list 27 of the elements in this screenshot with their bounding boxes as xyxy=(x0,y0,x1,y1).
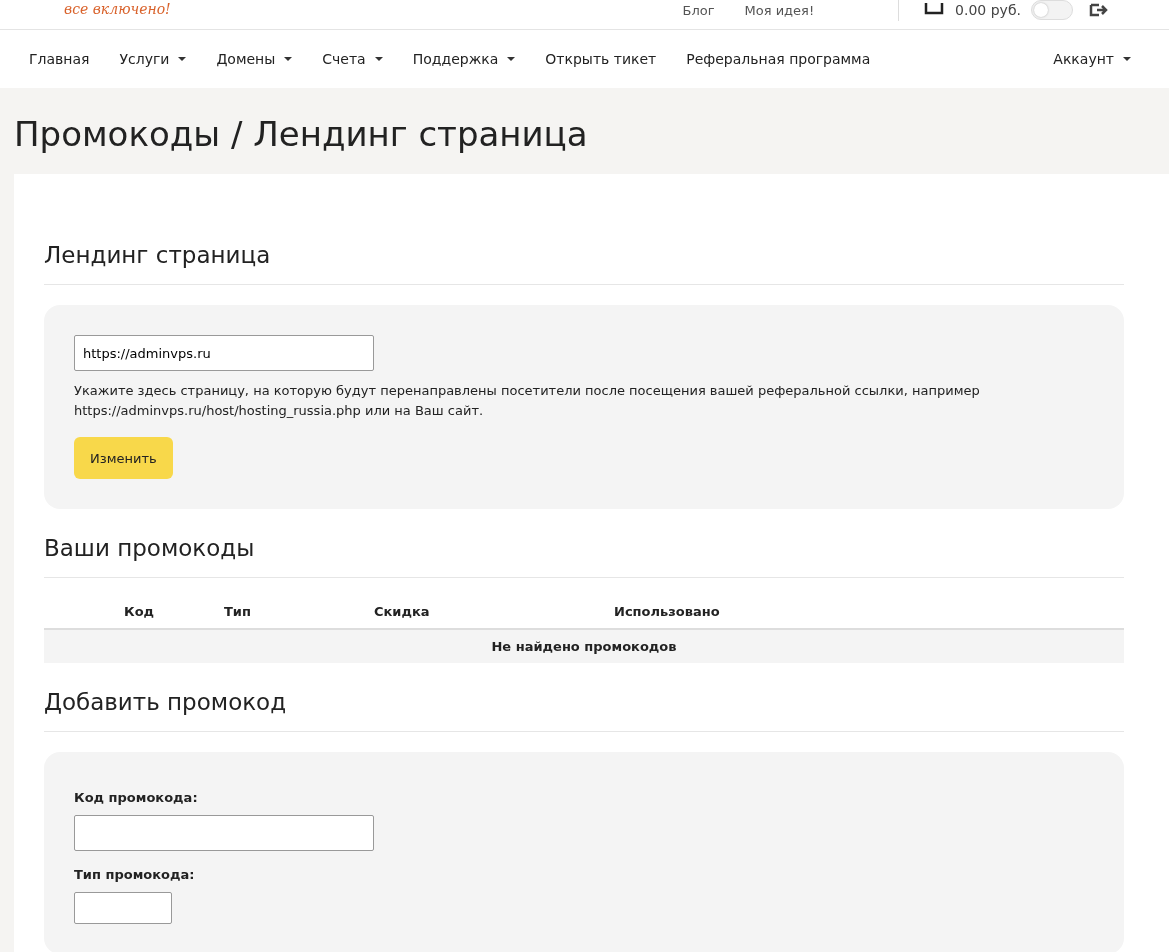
nav-item[interactable]: Услуги xyxy=(104,51,202,67)
nav-item[interactable]: Открыть тикет xyxy=(530,51,672,67)
field-label: Код промокода: xyxy=(74,790,199,805)
nav-item[interactable]: Поддержка xyxy=(397,51,531,67)
top-link[interactable]: Моя идея! xyxy=(744,2,815,18)
top-link[interactable]: Блог xyxy=(682,2,715,18)
page-title: Промокоды / Лендинг страница xyxy=(13,113,589,156)
empty-message: Не найдено промокодов xyxy=(44,629,1124,663)
logout-icon[interactable] xyxy=(1089,3,1109,17)
balance-text: 0.00 руб. xyxy=(955,2,1021,18)
type-select[interactable] xyxy=(74,892,172,924)
section-heading: Лендинг страница xyxy=(44,214,1124,285)
url-field[interactable]: https://adminvps.ru xyxy=(74,335,374,371)
nav-item[interactable]: Главная xyxy=(14,51,105,67)
account-menu[interactable]: Аккаунт xyxy=(1038,51,1146,67)
theme-switch[interactable] xyxy=(1031,0,1073,20)
nav-item[interactable]: Счета xyxy=(307,51,398,67)
nav-item[interactable]: Домены xyxy=(201,51,308,67)
nav-item[interactable]: Реферальная программа xyxy=(671,51,886,67)
help-text: Укажите здесь страницу, на которую будут перенаправлены посетители после посещения вашей реферальной ссылки, например https://adminvps.ru/host/hosting_russia.php или на Ваш сайт. xyxy=(74,382,981,420)
cart-icon[interactable] xyxy=(923,3,946,17)
section-heading: Добавить промокод xyxy=(44,663,1124,732)
change-button[interactable]: Изменить xyxy=(74,437,173,479)
field-label: Тип промокода: xyxy=(74,867,196,882)
code-field[interactable] xyxy=(74,815,374,851)
logo-tagline: все включено! xyxy=(64,1,171,17)
section-heading: Ваши промокоды xyxy=(44,509,1124,578)
